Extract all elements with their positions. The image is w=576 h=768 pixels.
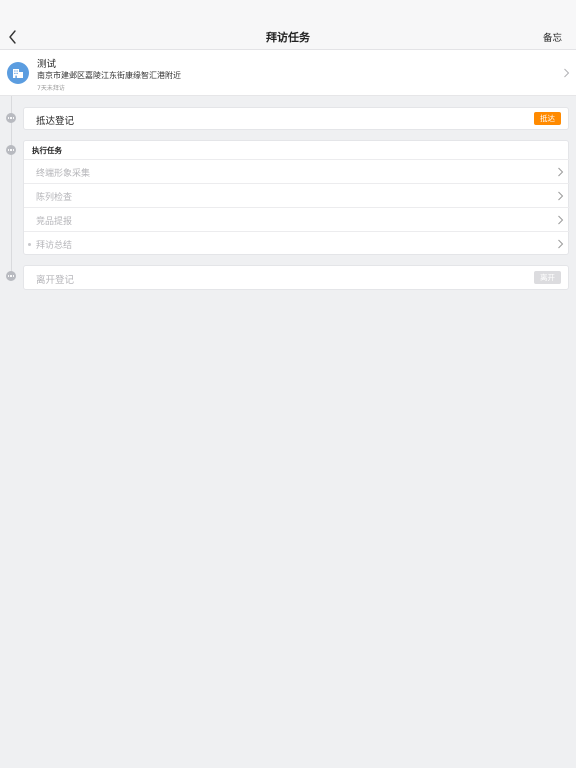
store-info-row[interactable]: 测试 南京市建邺区嘉陵江东街康缘智汇港附近 7天未拜访 [0,50,576,96]
chevron-right-icon [558,191,564,201]
task-item[interactable]: 竞品提报 [24,207,570,231]
page-title: 拜访任务 [266,31,310,44]
navigation-bar: 拜访任务 备忘 [0,0,576,50]
departure-card: 离开登记 离开 [23,265,569,290]
arrive-button[interactable]: 抵达 [534,112,561,125]
task-label: 终端形象采集 [36,169,91,179]
visit-status: 7天未拜访 [37,85,65,92]
leave-button[interactable]: 离开 [534,271,561,284]
arrival-label: 抵达登记 [36,116,75,127]
store-address: 南京市建邺区嘉陵江东街康缘智汇港附近 [37,71,181,80]
chevron-right-icon [558,167,564,177]
section-title: 执行任务 [32,146,62,155]
timeline-dot-icon [6,145,16,155]
memo-button[interactable]: 备忘 [543,30,562,44]
building-icon [7,62,29,84]
task-label: 拜访总结 [36,241,73,251]
store-name: 测试 [37,59,57,70]
arrival-card: 抵达登记 抵达 [23,107,569,130]
chevron-right-icon [564,68,570,78]
timeline-dot-icon [6,113,16,123]
task-item[interactable]: 拜访总结 [24,231,570,255]
timeline-line [11,96,12,276]
required-dot-icon [28,243,31,246]
departure-label: 离开登记 [36,275,75,286]
task-item[interactable]: 陈列检查 [24,183,570,207]
chevron-right-icon [558,215,564,225]
chevron-right-icon [558,239,564,249]
execution-tasks-card: 执行任务 终端形象采集 陈列检查 竞品提报 拜访总结 [23,140,570,255]
task-label: 竞品提报 [36,217,73,227]
task-label: 陈列检查 [36,193,73,203]
timeline-dot-icon [6,271,16,281]
task-item[interactable]: 终端形象采集 [24,159,570,183]
